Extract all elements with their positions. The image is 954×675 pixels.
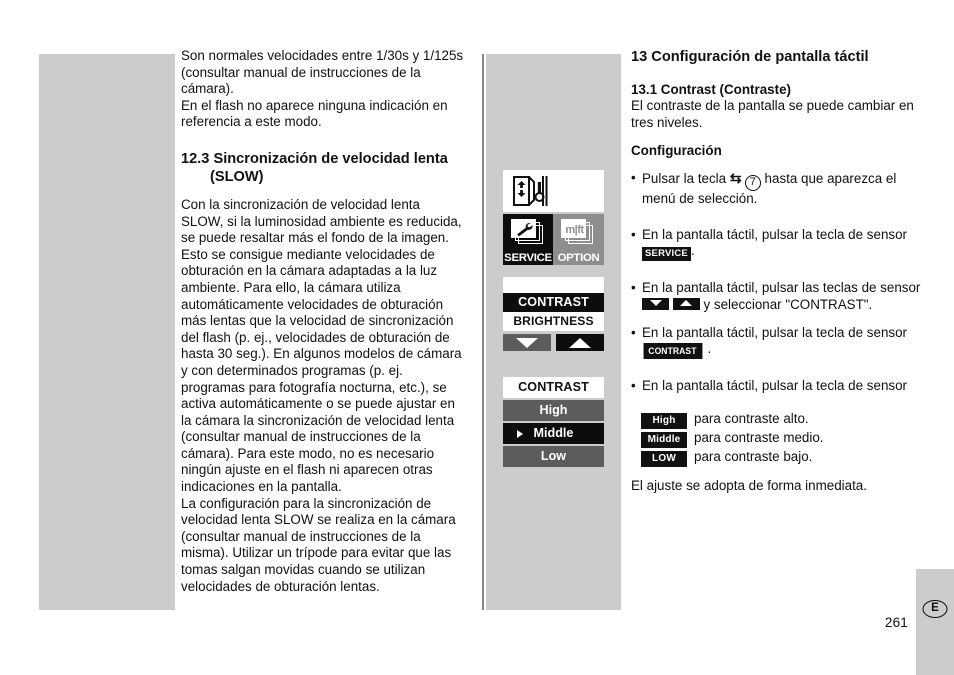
step-2-text-before: En la pantalla táctil, pulsar la tecla d… — [642, 226, 907, 242]
lcd-display-top — [503, 170, 604, 212]
lcd-menu-item-contrast[interactable]: CONTRAST — [503, 293, 604, 312]
level-choice-low: LOW para contraste bajo. — [631, 448, 923, 467]
level-choice-middle: Middle para contraste medio. — [631, 429, 923, 448]
mft-label: m|ft — [565, 223, 584, 236]
document-page: Son normales velocidades entre 1/30s y 1… — [0, 0, 954, 675]
level-choice-middle-description: para contraste medio. — [694, 429, 824, 445]
key-number-badge: 7 — [744, 175, 761, 192]
step-3-text-before: En la pantalla táctil, pulsar las teclas… — [642, 280, 921, 296]
sensor-key-arrow-down-badge — [642, 297, 669, 310]
step-4-text-after: . — [707, 341, 712, 357]
lcd-selection-menu: CONTRAST BRIGHTNESS — [503, 277, 604, 351]
paragraph-intro-1: Son normales velocidades entre 1/30s y 1… — [181, 48, 464, 97]
sensor-key-contrast-badge: CONTRAST — [643, 343, 703, 360]
lcd-service-option-row: SERVICE m|ft OPTION — [503, 214, 604, 265]
sensor-key-arrow-up-badge — [672, 297, 700, 310]
step-3-text-after: "CONTRAST". — [785, 296, 873, 312]
swap-arrows-icon: ⇆ — [729, 170, 742, 187]
step-3-text-middle: y seleccionar — [703, 296, 782, 312]
lcd-contrast-levels: CONTRAST High Middle Low — [503, 377, 604, 467]
wrench-cards-icon — [511, 219, 544, 244]
config-label: Configuración — [631, 143, 722, 159]
lcd-menu-blank-row — [503, 277, 604, 293]
lcd-tile-option[interactable]: m|ft OPTION — [553, 214, 604, 265]
selection-marker-icon — [517, 429, 523, 438]
section-subheading-13-1: 13.1 Contrast (Contraste) — [631, 82, 791, 97]
page-number: 261 — [884, 615, 908, 630]
paragraph-closing: El ajuste se adopta de forma inmediata. — [631, 477, 867, 493]
lcd-menu-item-brightness[interactable]: BRIGHTNESS — [503, 312, 604, 331]
text-column-left: Son normales velocidades entre 1/30s y 1… — [181, 48, 465, 595]
language-side-tab: E — [916, 569, 954, 675]
lcd-arrow-down-button[interactable] — [503, 334, 551, 351]
lcd-contrast-option-low[interactable]: Low — [503, 446, 604, 467]
step-2-text-after: . — [690, 243, 695, 259]
sensor-key-service-badge: SERVICE — [642, 247, 691, 262]
step-item-4: En la pantalla táctil, pulsar la tecla d… — [631, 325, 923, 360]
flash-reflector-icon — [503, 170, 553, 212]
lcd-contrast-option-middle-label: Middle — [533, 426, 574, 440]
section-heading-13: 13 Configuración de pantalla táctil — [631, 49, 869, 65]
lcd-arrow-up-button[interactable] — [556, 334, 604, 351]
mft-cards-icon: m|ft — [561, 219, 594, 244]
lcd-tile-service[interactable]: SERVICE — [503, 214, 553, 265]
lcd-contrast-option-middle[interactable]: Middle — [503, 423, 604, 444]
step-item-3: En la pantalla táctil, pulsar las teclas… — [631, 280, 923, 313]
left-margin-gray-block — [39, 54, 175, 610]
step-5-text-before: En la pantalla táctil, pulsar la tecla d… — [642, 378, 907, 394]
step-4-text-before: En la pantalla táctil, pulsar la tecla d… — [642, 324, 907, 340]
step-1-text-before: Pulsar la tecla — [642, 171, 727, 187]
level-choice-high: High para contraste alto. — [631, 410, 923, 429]
paragraph-slow-1: Con la sincronización de velocidad lenta… — [181, 196, 462, 495]
lcd-contrast-option-high[interactable]: High — [503, 400, 604, 421]
lcd-blank-area — [553, 170, 604, 212]
section-heading-12-3-line1: 12.3 Sincronización de velocidad lenta — [181, 150, 448, 167]
step-item-2: En la pantalla táctil, pulsar la tecla d… — [631, 227, 923, 262]
sensor-key-low-badge: LOW — [641, 450, 687, 467]
paragraph-slow-2: La configuración para la sincronización … — [181, 495, 456, 594]
text-column-right: 13 Configuración de pantalla táctil 13.1… — [631, 48, 923, 494]
sensor-key-middle-badge: Middle — [641, 431, 687, 448]
column-divider-rule — [482, 54, 484, 610]
sensor-key-high-badge: High — [641, 412, 687, 429]
lcd-tile-service-caption: SERVICE — [504, 252, 552, 264]
step-item-5: En la pantalla táctil, pulsar la tecla d… — [631, 378, 923, 395]
lcd-tile-option-caption: OPTION — [557, 252, 600, 264]
lcd-contrast-header: CONTRAST — [503, 377, 604, 398]
section-heading-12-3-line2: (SLOW) — [210, 168, 264, 185]
level-choice-high-description: para contraste alto. — [694, 410, 809, 426]
level-choice-low-description: para contraste bajo. — [694, 448, 813, 464]
paragraph-contrast-intro: El contraste de la pantalla se puede cam… — [631, 98, 914, 130]
paragraph-intro-2: En el flash no aparece ninguna indicació… — [181, 97, 448, 130]
section-heading-12-3: 12.3 Sincronización de velocidad lenta (… — [181, 150, 465, 186]
step-item-1: Pulsar la tecla ⇆ 7 hasta que aparezca e… — [631, 170, 923, 208]
language-marker-badge: E — [922, 600, 948, 618]
